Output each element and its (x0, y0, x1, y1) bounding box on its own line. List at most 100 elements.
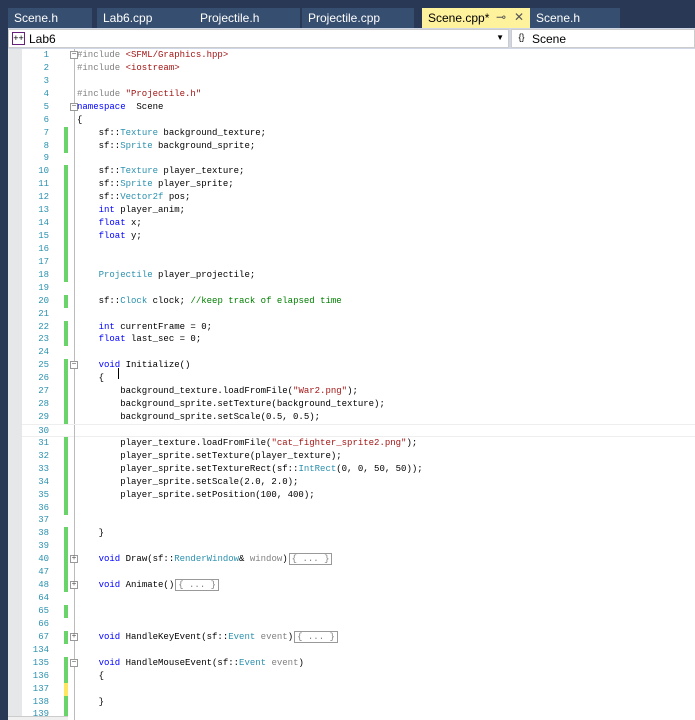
line-number: 4 (43, 88, 49, 99)
code-line[interactable]: 9 (22, 152, 695, 166)
code-line[interactable]: 12 sf::Vector2f pos; (22, 191, 695, 205)
tab-projectile-h[interactable]: Projectile.h (194, 8, 300, 28)
code-line[interactable]: 15 float y; (22, 230, 695, 244)
tab-scene-cpp-[interactable]: Scene.cpp* ⊸ ✕ (422, 8, 530, 28)
code-line[interactable]: 29 background_sprite.setScale(0.5, 0.5); (22, 411, 695, 425)
change-marker (64, 566, 68, 580)
code-line[interactable]: 16 (22, 242, 695, 256)
code-line[interactable]: 48 + void Animate(){ ... } (22, 579, 695, 593)
code-line[interactable]: 40 + void Draw(sf::RenderWindow& window){… (22, 553, 695, 567)
line-number: 9 (43, 153, 49, 164)
code-line[interactable]: 20 sf::Clock clock; //keep track of elap… (22, 294, 695, 308)
code-line[interactable]: 136 { (22, 669, 695, 683)
change-marker (64, 268, 68, 282)
code-line[interactable]: 13 int player_anim; (22, 204, 695, 218)
outline-line (74, 307, 75, 321)
code-editor[interactable]: 1− #include <SFML/Graphics.hpp> 2 #include … (8, 49, 695, 720)
code-line[interactable]: 27 background_texture.loadFromFile("War2… (22, 385, 695, 399)
change-marker (64, 540, 68, 554)
change-marker (64, 204, 68, 218)
code-line[interactable]: 26 { (22, 372, 695, 386)
code-text: void Initialize() (77, 359, 191, 372)
change-marker (64, 217, 68, 231)
code-line[interactable]: 30 (22, 423, 695, 438)
code-line[interactable]: 37 (22, 514, 695, 528)
code-line[interactable]: 7 sf::Texture background_texture; (22, 126, 695, 140)
pin-icon[interactable]: ⊸ (496, 10, 506, 24)
code-line[interactable]: 21 (22, 307, 695, 321)
change-marker (64, 579, 68, 593)
code-line[interactable]: 64 (22, 592, 695, 606)
code-line[interactable]: 39 (22, 540, 695, 554)
code-token: Clock (120, 295, 148, 306)
tab-projectile-cpp[interactable]: Projectile.cpp (302, 8, 414, 28)
code-text: sf::Clock clock; //keep track of elapsed… (77, 295, 342, 308)
code-line[interactable]: 38 } (22, 527, 695, 541)
code-token: x; (125, 218, 142, 229)
code-line[interactable]: 135− void HandleMouseEvent(sf::Event eve… (22, 656, 695, 670)
code-token: void (98, 657, 121, 668)
code-line[interactable]: 11 sf::Sprite player_sprite; (22, 178, 695, 192)
code-text: #include <SFML/Graphics.hpp> (77, 49, 228, 62)
code-line[interactable]: 35 player_sprite.setPosition(100, 400); (22, 488, 695, 502)
project-dropdown[interactable]: ++ Lab6 ▼ (8, 29, 509, 48)
line-number: 26 (38, 373, 49, 384)
outline-line (74, 242, 75, 256)
collapsed-block-button[interactable]: { ... } (175, 579, 220, 592)
code-line[interactable]: 22 int currentFrame = 0; (22, 320, 695, 334)
change-marker (64, 178, 68, 192)
code-line[interactable]: 10 sf::Texture player_texture; (22, 165, 695, 179)
line-number: 8 (43, 140, 49, 151)
code-text: Projectile player_projectile; (77, 269, 256, 282)
code-line[interactable]: 25− void Initialize() (22, 359, 695, 373)
tab-label: Scene.cpp* (428, 11, 490, 25)
code-line[interactable]: 6{ (22, 113, 695, 127)
code-text: background_texture.loadFromFile("War2.pn… (77, 385, 358, 398)
code-line[interactable]: 8 sf::Sprite background_sprite; (22, 139, 695, 153)
code-line[interactable]: 139 (22, 708, 695, 720)
code-line[interactable]: 134 (22, 643, 695, 657)
collapsed-block-button[interactable]: { ... } (288, 553, 333, 566)
scope-dropdown[interactable]: {} Scene (511, 29, 695, 48)
code-line[interactable]: 2 #include <iostream> (22, 61, 695, 75)
code-line[interactable]: 47 (22, 566, 695, 580)
code-token: //keep track of elapsed time (190, 295, 342, 306)
code-line[interactable]: 28 background_sprite.setTexture(backgrou… (22, 398, 695, 412)
line-number: 17 (38, 256, 49, 267)
line-number: 64 (38, 593, 49, 604)
outline-line (74, 126, 75, 140)
close-icon[interactable]: ✕ (514, 10, 524, 24)
line-number: 11 (38, 179, 49, 190)
collapsed-block-button[interactable]: { ... } (294, 630, 338, 643)
code-line[interactable]: 24 (22, 346, 695, 360)
tab-scene-h[interactable]: Scene.h (530, 8, 620, 28)
line-number: 21 (38, 308, 49, 319)
code-line[interactable]: 14 float x; (22, 217, 695, 231)
outline-line (74, 230, 75, 244)
code-line[interactable]: 32 player_sprite.setTexture(player_textu… (22, 449, 695, 463)
chevron-down-icon: ▼ (496, 33, 504, 42)
code-line[interactable]: 3 (22, 74, 695, 88)
code-line[interactable]: 17 (22, 255, 695, 269)
tab-lab6-cpp[interactable]: Lab6.cpp (97, 8, 197, 28)
code-line[interactable]: 34 player_sprite.setScale(2.0, 2.0); (22, 475, 695, 489)
code-line[interactable]: 66 (22, 617, 695, 631)
code-line[interactable]: 31 player_texture.loadFromFile("cat_figh… (22, 436, 695, 450)
code-line[interactable]: 19 (22, 281, 695, 295)
code-line[interactable]: 1− #include <SFML/Graphics.hpp> (22, 49, 695, 62)
code-line[interactable]: 4 #include "Projectile.h" (22, 87, 695, 101)
code-line[interactable]: 137 (22, 682, 695, 696)
code-line[interactable]: 67 + void HandleKeyEvent(sf::Event event)… (22, 630, 695, 644)
horizontal-scrollbar[interactable] (8, 716, 68, 720)
code-text: namespace Scene (77, 101, 163, 114)
code-line[interactable]: 33 player_sprite.setTextureRect(sf::IntR… (22, 462, 695, 476)
code-line[interactable]: 138 } (22, 695, 695, 709)
code-line[interactable]: 65 (22, 604, 695, 618)
code-line[interactable]: 18 Projectile player_projectile; (22, 268, 695, 282)
code-line[interactable]: 5− namespace Scene (22, 100, 695, 114)
code-text: { (77, 114, 82, 127)
code-line[interactable]: 23 float last_sec = 0; (22, 333, 695, 347)
code-line[interactable]: 36 (22, 501, 695, 515)
line-number: 18 (38, 269, 49, 280)
tab-scene-h[interactable]: Scene.h (8, 8, 92, 28)
